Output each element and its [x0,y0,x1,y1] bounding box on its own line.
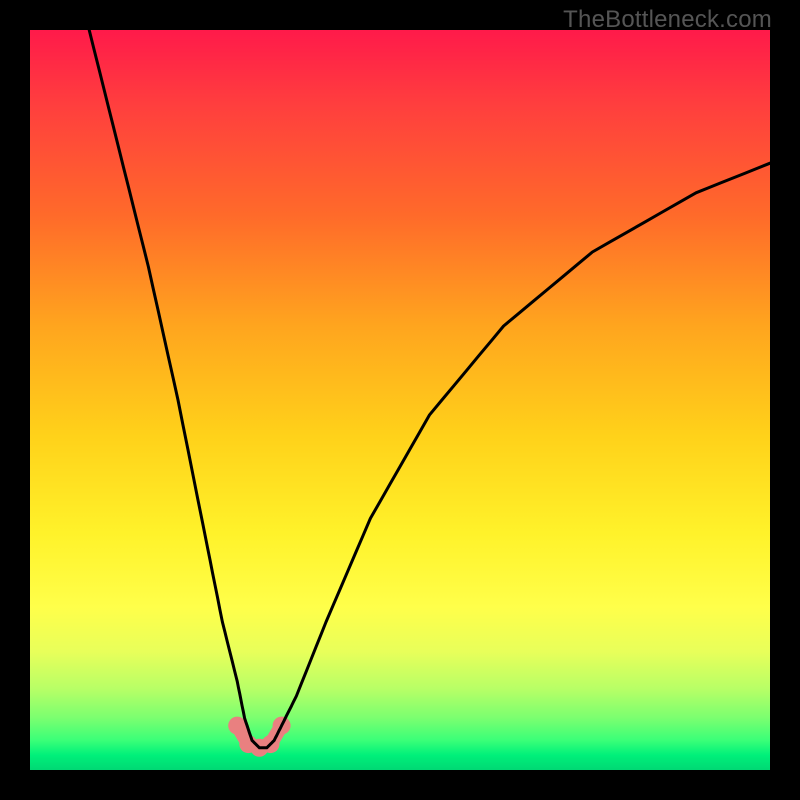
chart-frame: TheBottleneck.com [0,0,800,800]
bottleneck-curve [89,30,770,748]
gradient-plot-area [30,30,770,770]
curve-svg [30,30,770,770]
